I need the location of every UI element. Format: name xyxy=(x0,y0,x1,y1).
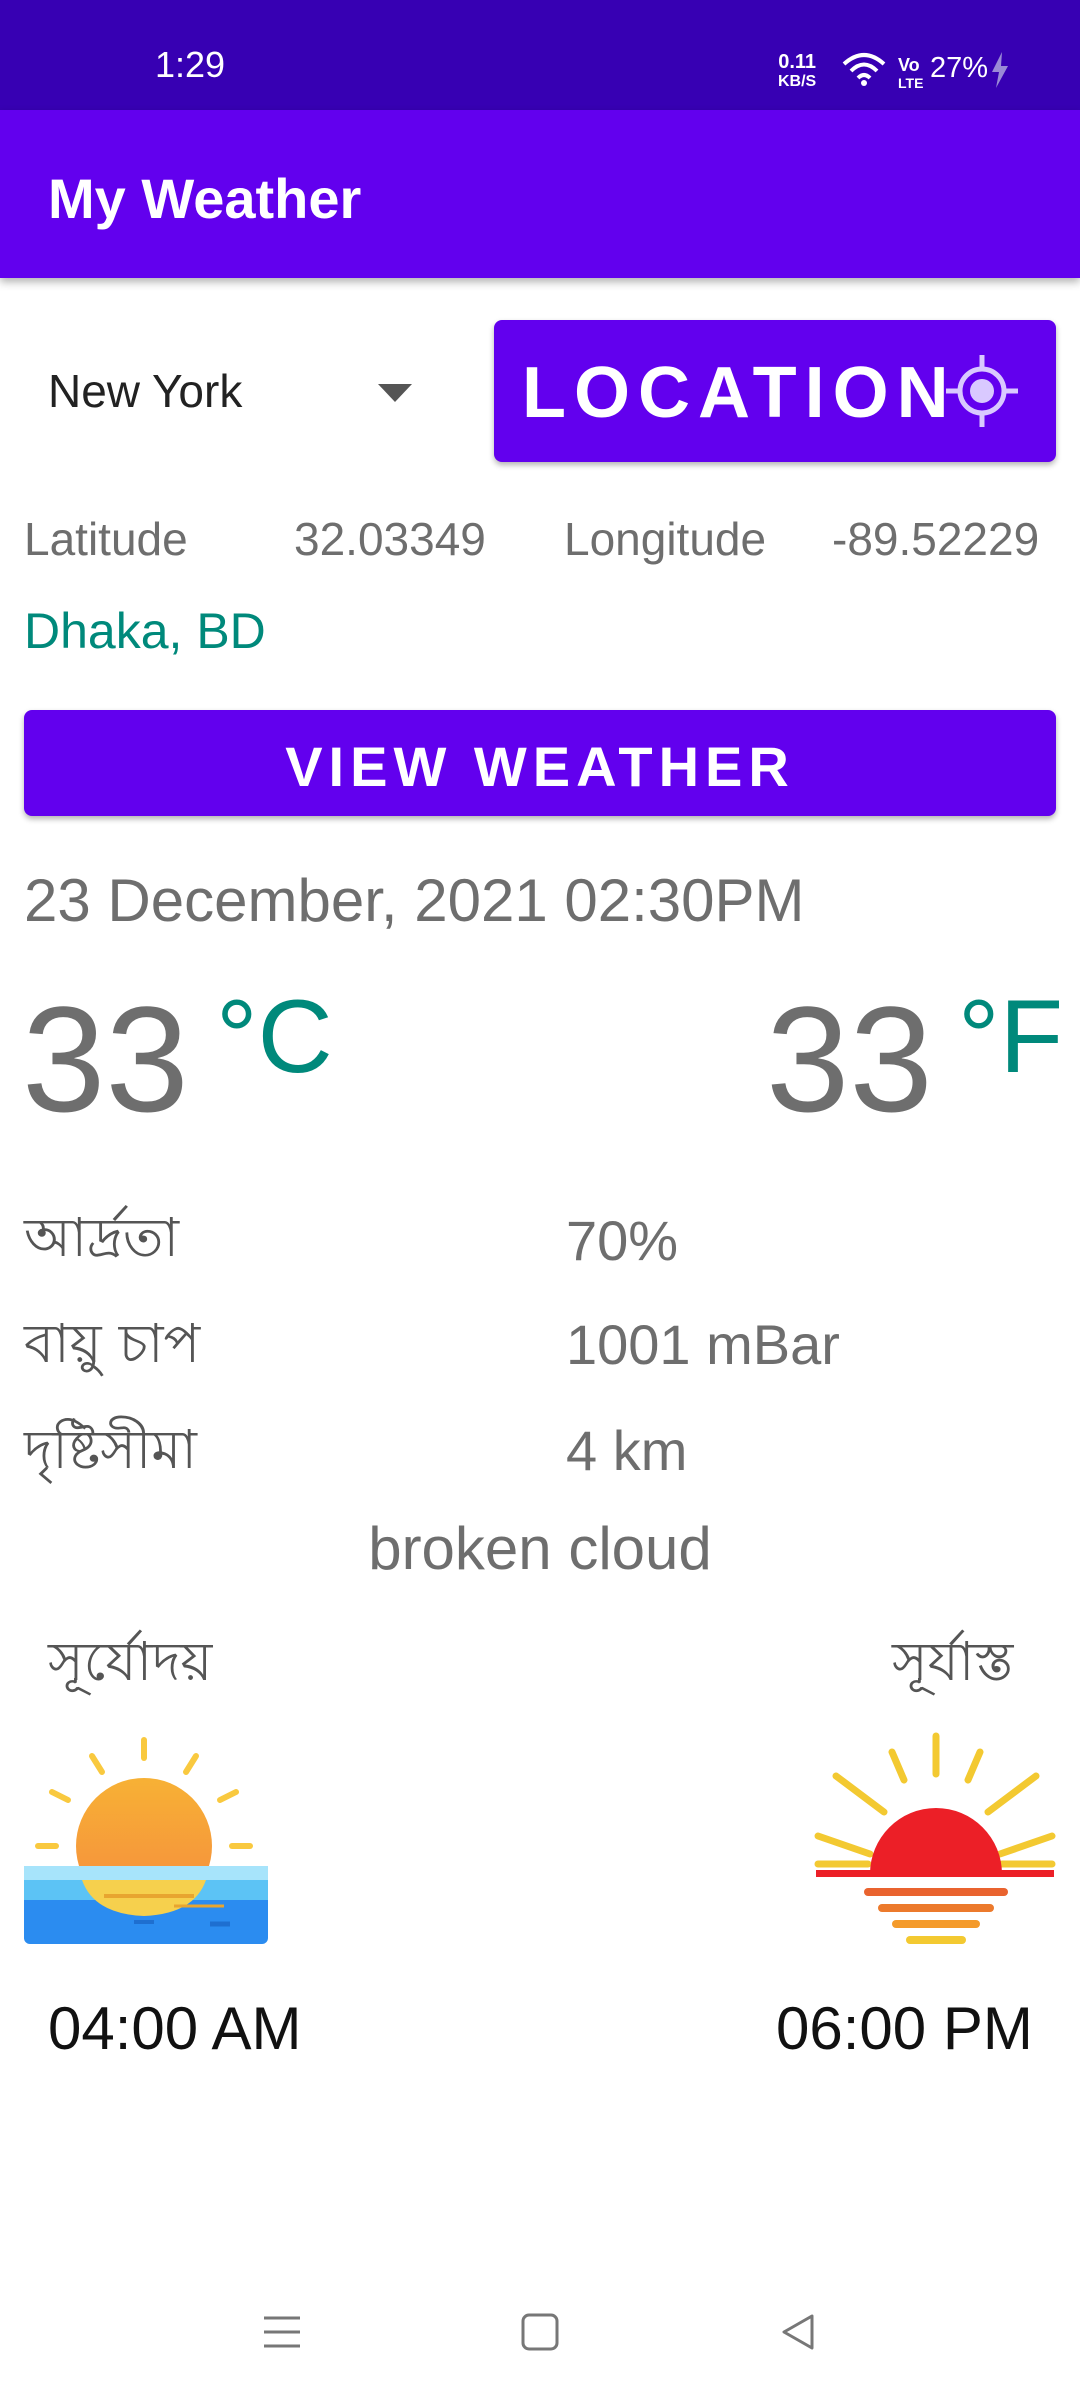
home-icon[interactable] xyxy=(520,2312,560,2352)
sunset-time: 06:00 PM xyxy=(776,1995,1033,2062)
volte-indicator: Vo LTE xyxy=(898,56,923,92)
app-title: My Weather xyxy=(48,167,362,230)
city-spinner-value[interactable]: New York xyxy=(48,364,242,418)
fahrenheit-unit: °F xyxy=(958,979,1064,1095)
sunrise-icon xyxy=(24,1737,268,1944)
view-weather-button-label[interactable]: VIEW WEATHER xyxy=(24,734,1056,799)
celsius-unit: °C xyxy=(216,979,333,1095)
weather-description: broken cloud xyxy=(368,1515,712,1582)
charging-icon xyxy=(992,52,1008,88)
longitude-value: -89.52229 xyxy=(832,513,1040,565)
network-speed-unit: KB/S xyxy=(778,73,817,90)
network-speed-value: 0.11 xyxy=(778,51,817,73)
sunset-icon xyxy=(814,1732,1056,1944)
longitude-label: Longitude xyxy=(564,513,767,565)
wifi-icon xyxy=(842,53,886,86)
pressure-label: বায়ু চাপ xyxy=(24,1312,201,1375)
humidity-label: আর্দ্রতা xyxy=(24,1206,180,1269)
dropdown-arrow-icon[interactable] xyxy=(378,384,412,402)
volte-top: Vo xyxy=(898,55,920,75)
visibility-label: দৃষ্টিসীমা xyxy=(24,1418,197,1481)
sunrise-label: সূর্যোদয় xyxy=(48,1630,213,1693)
place-name: Dhaka, BD xyxy=(24,603,266,659)
visibility-value: 4 km xyxy=(566,1419,688,1482)
sunrise-time: 04:00 AM xyxy=(48,1995,302,2062)
location-button-label[interactable]: LOCATION xyxy=(522,352,957,434)
menu-icon[interactable] xyxy=(262,2312,302,2352)
status-time: 1:29 xyxy=(155,44,226,85)
battery-percent: 27% xyxy=(930,52,989,84)
location-target-icon[interactable] xyxy=(944,353,1020,429)
network-speed: 0.11 KB/S xyxy=(778,52,816,92)
temperature-fahrenheit: 33 xyxy=(766,975,933,1143)
weather-date-time: 23 December, 2021 02:30PM xyxy=(24,867,805,934)
volte-bottom: LTE xyxy=(898,75,924,91)
pressure-value: 1001 mBar xyxy=(566,1313,840,1376)
back-icon[interactable] xyxy=(778,2312,818,2352)
latitude-label: Latitude xyxy=(24,513,188,565)
latitude-value: 32.03349 xyxy=(294,513,486,565)
temperature-celsius: 33 xyxy=(22,975,189,1143)
sunset-label: সূর্যাস্ত xyxy=(892,1630,1014,1693)
humidity-value: 70% xyxy=(566,1209,679,1272)
